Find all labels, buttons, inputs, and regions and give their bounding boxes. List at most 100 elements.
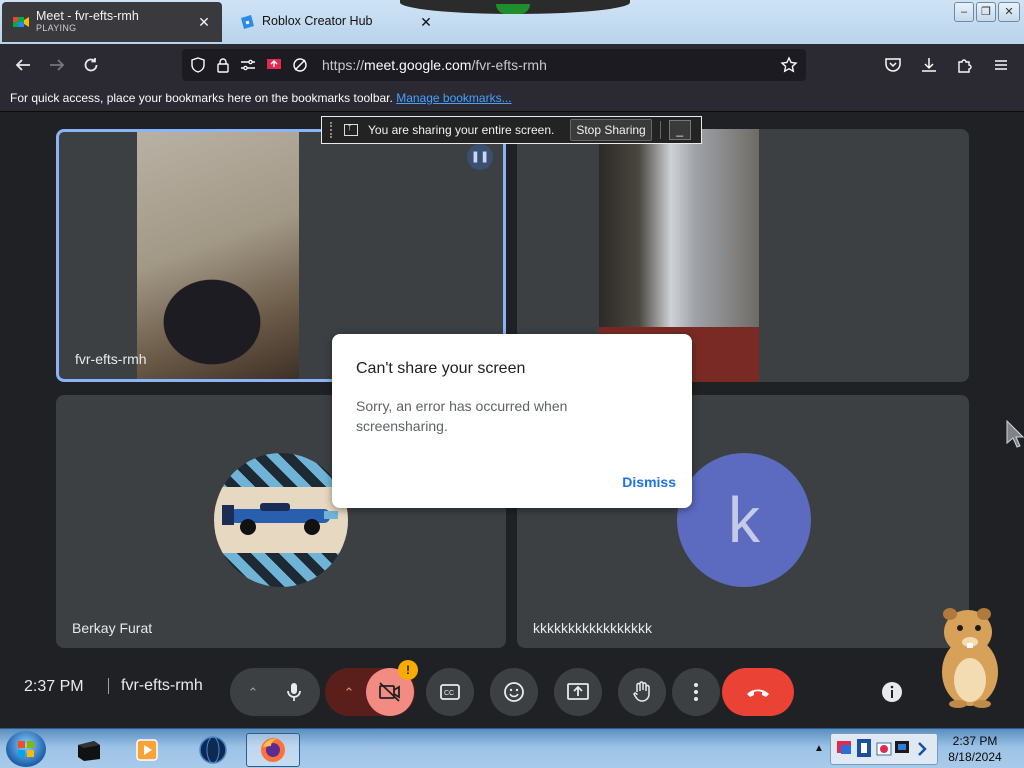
minimize-window-button[interactable]: – (954, 2, 974, 22)
url-bar[interactable]: https://meet.google.com/fvr-efts-rmh (182, 49, 806, 81)
permissions-icon[interactable] (240, 58, 256, 72)
participant-name: Berkay Furat (72, 620, 153, 636)
end-call-icon (747, 689, 769, 697)
reactions-button[interactable] (490, 668, 538, 716)
url-text[interactable]: https://meet.google.com/fvr-efts-rmh (322, 57, 770, 73)
camera-off-icon (379, 682, 400, 702)
camera-warning-badge: ! (398, 660, 418, 680)
closed-captions-icon: CC (440, 684, 460, 700)
lock-icon[interactable] (216, 57, 230, 73)
forward-button[interactable] (40, 48, 74, 82)
share-banner-text: You are sharing your entire screen. (368, 123, 555, 137)
present-now-button[interactable] (554, 668, 602, 716)
bookmarks-hint: For quick access, place your bookmarks h… (10, 91, 393, 105)
error-dialog: Can't share your screen Sorry, an error … (332, 334, 692, 508)
tab-roblox[interactable]: Roblox Creator Hub ✕ (228, 2, 444, 42)
microphone-button[interactable] (270, 668, 318, 716)
taskbar-app-firefox[interactable] (246, 733, 300, 767)
microphone-icon (287, 683, 301, 701)
firefox-icon (261, 738, 285, 762)
screen-sharing-indicator-icon[interactable] (266, 58, 282, 72)
raise-hand-button[interactable] (618, 668, 666, 716)
tab-title: Roblox Creator Hub (262, 15, 373, 29)
dismiss-button[interactable]: Dismiss (622, 474, 676, 490)
black-cube-icon (78, 741, 100, 761)
taskbar-app-terminal[interactable] (62, 733, 116, 767)
avatar: k (677, 453, 811, 587)
tray-apps-icon[interactable] (833, 735, 937, 763)
tab-close-icon[interactable]: ✕ (196, 14, 212, 31)
meeting-clock: 2:37 PM (24, 678, 84, 695)
shield-icon[interactable] (190, 57, 206, 73)
bookmarks-toolbar: For quick access, place your bookmarks h… (0, 86, 1024, 112)
meeting-code: fvr-efts-rmh (108, 678, 203, 694)
close-window-button[interactable]: ✕ (998, 2, 1020, 22)
svg-text:CC: CC (444, 690, 454, 697)
google-meet-favicon-icon (13, 17, 29, 27)
leave-call-button[interactable] (722, 668, 794, 716)
camera-options-button[interactable]: ⌃ (336, 680, 362, 706)
meet-control-bar: 2:37 PM fvr-efts-rmh ⌃ ⌃ CC (0, 660, 1024, 718)
download-icon (922, 58, 936, 72)
race-car-icon (222, 503, 338, 535)
tab-meet[interactable]: Meet - fvr-efts-rmh PLAYING ✕ (2, 2, 222, 42)
screen-share-banner: You are sharing your entire screen. Stop… (321, 116, 702, 144)
window-controls: – ❐ ✕ (954, 2, 1020, 22)
reload-icon (84, 58, 98, 72)
windows-logo-icon (18, 741, 34, 757)
taskbar-time: 2:37 PM (952, 734, 998, 748)
emoji-smile-icon (504, 682, 524, 702)
back-arrow-icon (15, 59, 30, 71)
captions-button[interactable]: CC (426, 668, 474, 716)
forward-arrow-icon (50, 59, 65, 71)
system-tray (830, 733, 938, 765)
media-player-icon (136, 739, 158, 761)
taskbar-date: 8/18/2024 (948, 750, 1002, 764)
taskbar-clock[interactable]: 2:37 PM 8/18/2024 (940, 733, 1010, 765)
reload-button[interactable] (74, 48, 108, 82)
dialog-message: Sorry, an error has occurred when screen… (356, 398, 568, 434)
participant-name: fvr-efts-rmh (75, 351, 147, 367)
tab-playing-label: PLAYING (36, 22, 77, 33)
taskbar-app-media-player[interactable] (120, 733, 174, 767)
pocket-icon (885, 58, 901, 72)
hamster-sticker-icon (942, 608, 998, 708)
more-vertical-icon (694, 683, 698, 701)
more-options-button[interactable] (672, 668, 720, 716)
tab-title: Meet - fvr-efts-rmh (36, 10, 139, 24)
browser-nav-bar: https://meet.google.com/fvr-efts-rmh (0, 44, 1024, 86)
hamburger-menu-icon (995, 60, 1007, 70)
downloads-button[interactable] (912, 48, 946, 82)
participant-video (137, 132, 299, 379)
mic-options-button[interactable]: ⌃ (240, 680, 266, 706)
globe-icon (199, 736, 227, 764)
stop-sharing-button[interactable]: Stop Sharing (570, 119, 652, 141)
tab-close-icon[interactable]: ✕ (418, 14, 434, 31)
pause-icon: ❚❚ (467, 144, 493, 170)
dialog-title: Can't share your screen (356, 360, 526, 377)
menu-button[interactable] (984, 48, 1018, 82)
camera-blocked-icon[interactable] (292, 57, 308, 73)
participant-name: kkkkkkkkkkkkkkkkk (533, 620, 652, 636)
bookmark-star-icon[interactable] (780, 56, 798, 74)
show-hidden-icons-button[interactable]: ▲ (814, 743, 824, 754)
manage-bookmarks-link[interactable]: Manage bookmarks... (396, 91, 511, 105)
start-button[interactable] (6, 731, 46, 767)
mouse-cursor-icon (1006, 420, 1024, 448)
drag-handle-icon[interactable] (330, 122, 334, 138)
taskbar-app-globe[interactable] (186, 733, 240, 767)
back-button[interactable] (6, 48, 40, 82)
minimize-banner-button[interactable]: _ (668, 120, 691, 140)
browser-tab-bar: Meet - fvr-efts-rmh PLAYING ✕ Roblox Cre… (0, 0, 1024, 44)
pocket-button[interactable] (876, 48, 910, 82)
avatar (214, 453, 348, 587)
restore-window-button[interactable]: ❐ (976, 2, 996, 22)
raise-hand-icon (633, 681, 650, 702)
info-icon (882, 682, 902, 702)
puzzle-piece-icon (958, 59, 972, 73)
meeting-details-button[interactable] (880, 680, 904, 704)
os-taskbar: ▲ 2:37 PM 8/18/2024 (0, 728, 1024, 768)
screen-share-icon (344, 121, 358, 136)
extensions-button[interactable] (948, 48, 982, 82)
present-screen-icon (567, 683, 589, 700)
